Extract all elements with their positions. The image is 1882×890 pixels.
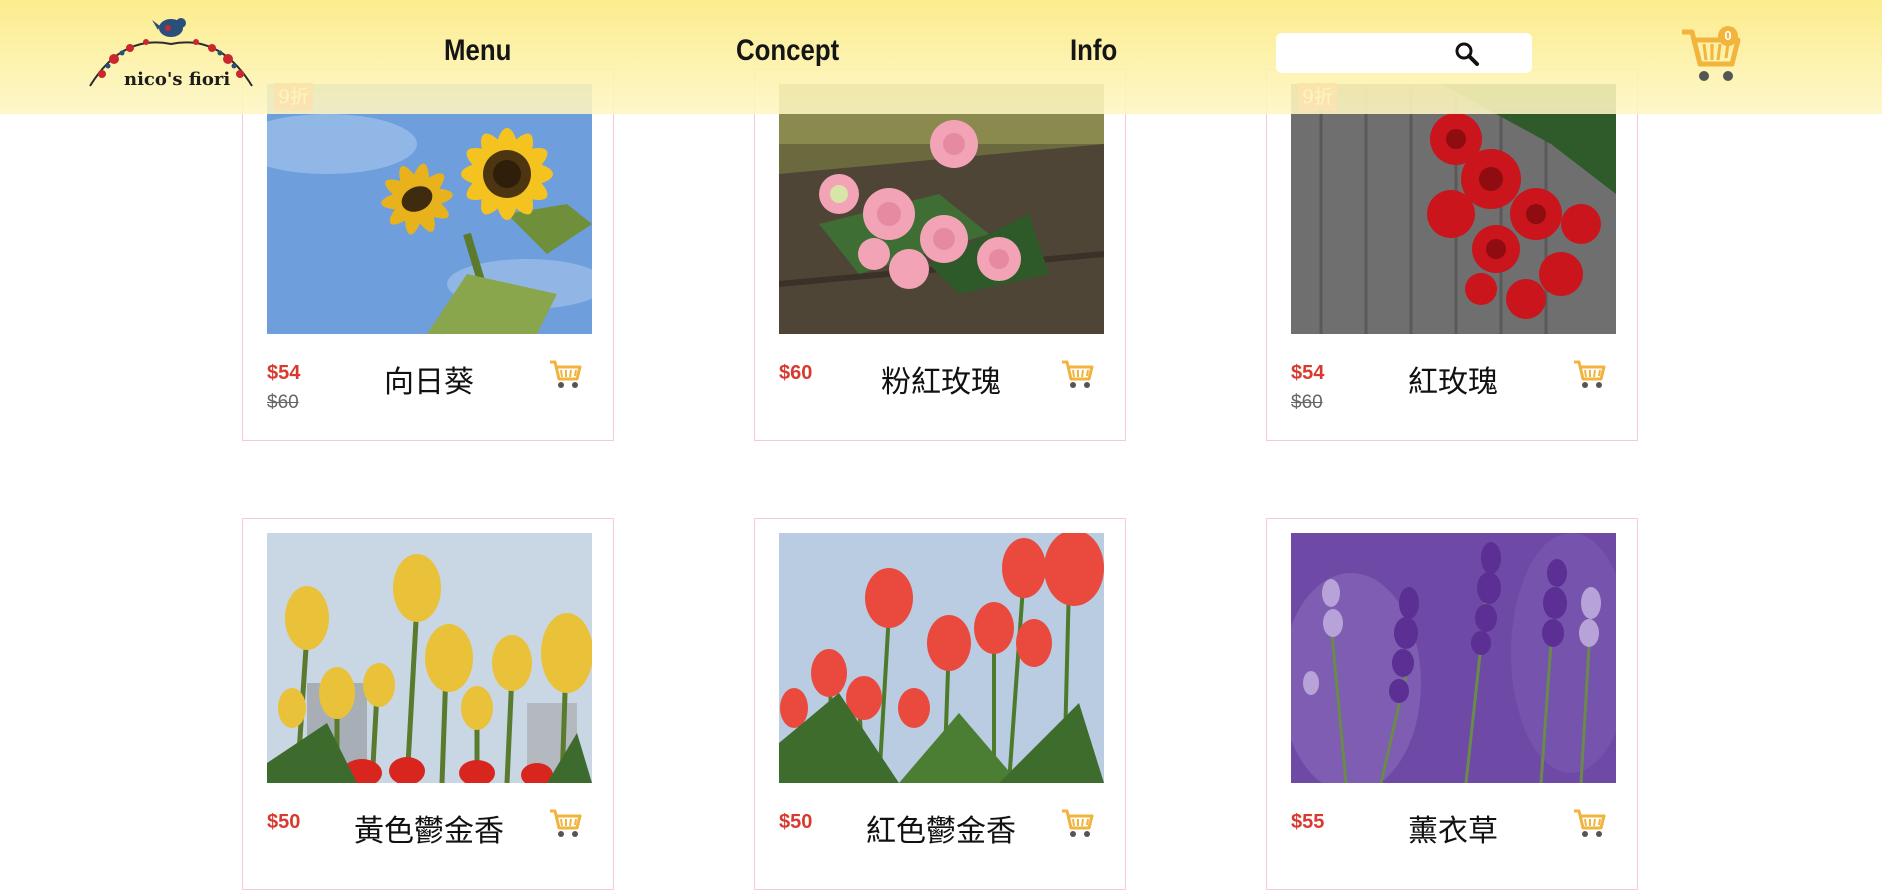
product-photo-lavender[interactable] — [1291, 533, 1616, 783]
product-photo-yellow-tulips[interactable] — [267, 533, 592, 783]
add-to-cart-icon[interactable] — [1573, 357, 1607, 391]
product-photo-sunflower[interactable] — [267, 84, 592, 334]
site-header: nico's fiori Menu Concept Info 0 — [0, 0, 1882, 114]
add-to-cart-icon[interactable] — [549, 357, 583, 391]
cart-count-badge: 0 — [1718, 26, 1738, 46]
product-card[interactable]: 9折 $54 $60 向日葵 — [242, 69, 614, 441]
product-card[interactable]: $55 薰衣草 — [1266, 518, 1638, 890]
search-input[interactable] — [1276, 33, 1532, 73]
add-to-cart-icon[interactable] — [1061, 357, 1095, 391]
nav-concept[interactable]: Concept — [736, 34, 839, 68]
product-card[interactable]: $50 黃色鬱金香 — [242, 518, 614, 890]
product-photo-red-roses[interactable] — [1291, 84, 1616, 334]
add-to-cart-icon[interactable] — [1573, 806, 1607, 840]
product-photo-pink-roses[interactable] — [779, 84, 1104, 334]
product-card[interactable]: 9折 $54 $60 紅玫瑰 — [1266, 69, 1638, 441]
nav-info[interactable]: Info — [1070, 34, 1117, 68]
add-to-cart-icon[interactable] — [549, 806, 583, 840]
product-card[interactable]: $50 紅色鬱金香 — [754, 518, 1126, 890]
site-logo[interactable]: nico's fiori — [82, 14, 260, 96]
logo-text: nico's fiori — [124, 69, 231, 90]
nav-menu[interactable]: Menu — [444, 34, 511, 68]
product-card[interactable]: $60 粉紅玫瑰 — [754, 69, 1126, 441]
add-to-cart-icon[interactable] — [1061, 806, 1095, 840]
search-icon[interactable] — [1453, 40, 1481, 68]
product-photo-red-tulips[interactable] — [779, 533, 1104, 783]
